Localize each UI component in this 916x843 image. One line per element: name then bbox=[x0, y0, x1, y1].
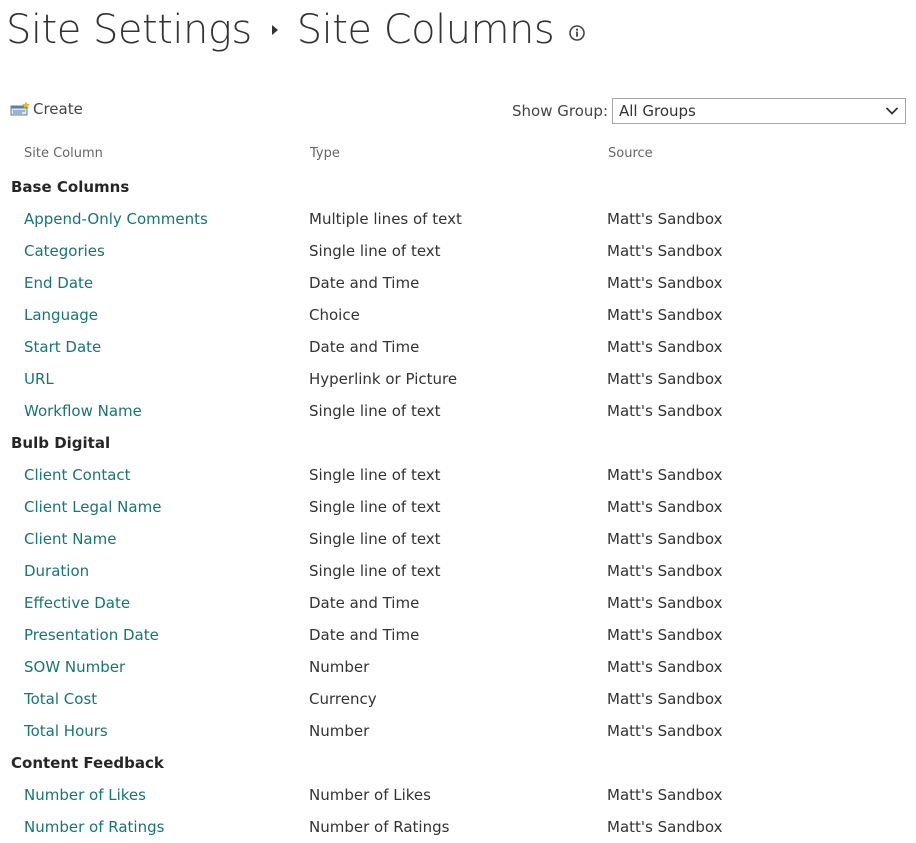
table-row: Client Name Single line of text Matt's S… bbox=[0, 523, 916, 555]
group-select[interactable]: All Groups bbox=[612, 98, 906, 124]
table-row: Total Cost Currency Matt's Sandbox bbox=[0, 683, 916, 715]
table-row: Categories Single line of text Matt's Sa… bbox=[0, 235, 916, 267]
column-source: Matt's Sandbox bbox=[607, 274, 723, 292]
column-source: Matt's Sandbox bbox=[607, 466, 723, 484]
column-type: Multiple lines of text bbox=[309, 210, 462, 228]
show-group: Show Group: All Groups bbox=[512, 98, 906, 124]
create-button[interactable]: Create bbox=[10, 100, 83, 118]
column-type: Single line of text bbox=[309, 530, 441, 548]
table-row: Presentation Date Date and Time Matt's S… bbox=[0, 619, 916, 651]
column-type: Date and Time bbox=[309, 338, 420, 356]
breadcrumb-parent[interactable]: Site Settings bbox=[6, 2, 252, 58]
column-type: Single line of text bbox=[309, 498, 441, 516]
site-column-link[interactable]: Client Contact bbox=[24, 459, 131, 491]
table-row: Append-Only Comments Multiple lines of t… bbox=[0, 203, 916, 235]
show-group-label: Show Group: bbox=[512, 102, 608, 120]
table-row: Workflow Name Single line of text Matt's… bbox=[0, 395, 916, 427]
site-column-link[interactable]: End Date bbox=[24, 267, 93, 299]
column-type: Single line of text bbox=[309, 402, 441, 420]
column-source: Matt's Sandbox bbox=[607, 594, 723, 612]
site-column-link[interactable]: Number of Ratings bbox=[24, 811, 164, 843]
column-source: Matt's Sandbox bbox=[607, 242, 723, 260]
site-column-link[interactable]: Duration bbox=[24, 555, 89, 587]
column-source: Matt's Sandbox bbox=[607, 370, 723, 388]
column-source: Matt's Sandbox bbox=[607, 786, 723, 804]
column-source: Matt's Sandbox bbox=[607, 402, 723, 420]
group-select-value: All Groups bbox=[619, 102, 696, 120]
column-header-type[interactable]: Type bbox=[310, 146, 340, 161]
table-row: Language Choice Matt's Sandbox bbox=[0, 299, 916, 331]
column-type: Number of Likes bbox=[309, 786, 431, 804]
site-column-link[interactable]: Start Date bbox=[24, 331, 101, 363]
column-type: Date and Time bbox=[309, 626, 420, 644]
create-label: Create bbox=[33, 100, 83, 118]
site-column-link[interactable]: Effective Date bbox=[24, 587, 130, 619]
column-source: Matt's Sandbox bbox=[607, 658, 723, 676]
table-row: Client Contact Single line of text Matt'… bbox=[0, 459, 916, 491]
column-type: Number of Ratings bbox=[309, 818, 450, 836]
column-source: Matt's Sandbox bbox=[607, 498, 723, 516]
group-heading: Base Columns bbox=[11, 178, 130, 196]
column-header-source[interactable]: Source bbox=[608, 146, 653, 161]
table-row: Start Date Date and Time Matt's Sandbox bbox=[0, 331, 916, 363]
column-type: Choice bbox=[309, 306, 360, 324]
site-column-link[interactable]: SOW Number bbox=[24, 651, 125, 683]
table-row: Number of Ratings Number of Ratings Matt… bbox=[0, 811, 916, 843]
page-title: Site Settings Site Columns bbox=[6, 2, 586, 58]
create-icon bbox=[10, 101, 31, 116]
site-column-link[interactable]: Client Name bbox=[24, 523, 116, 555]
column-source: Matt's Sandbox bbox=[607, 210, 723, 228]
site-column-link[interactable]: Presentation Date bbox=[24, 619, 159, 651]
column-source: Matt's Sandbox bbox=[607, 722, 723, 740]
column-type: Hyperlink or Picture bbox=[309, 370, 458, 388]
table-row: Total Hours Number Matt's Sandbox bbox=[0, 715, 916, 747]
info-icon[interactable] bbox=[568, 24, 586, 42]
site-column-link[interactable]: Total Cost bbox=[24, 683, 97, 715]
column-type: Currency bbox=[309, 690, 377, 708]
column-type: Single line of text bbox=[309, 242, 441, 260]
column-source: Matt's Sandbox bbox=[607, 818, 723, 836]
table-row: End Date Date and Time Matt's Sandbox bbox=[0, 267, 916, 299]
table-row: Duration Single line of text Matt's Sand… bbox=[0, 555, 916, 587]
group-heading: Content Feedback bbox=[11, 754, 164, 772]
site-column-link[interactable]: Append-Only Comments bbox=[24, 203, 208, 235]
column-source: Matt's Sandbox bbox=[607, 306, 723, 324]
chevron-down-icon bbox=[885, 107, 899, 115]
table-header: Site Column Type Source bbox=[0, 146, 916, 164]
breadcrumb-current: Site Columns bbox=[296, 7, 555, 53]
column-type: Single line of text bbox=[309, 562, 441, 580]
table-row: SOW Number Number Matt's Sandbox bbox=[0, 651, 916, 683]
site-column-link[interactable]: URL bbox=[24, 363, 54, 395]
site-column-link[interactable]: Number of Likes bbox=[24, 779, 146, 811]
site-columns-list: Base Columns Append-Only Comments Multip… bbox=[0, 171, 916, 843]
table-row: URL Hyperlink or Picture Matt's Sandbox bbox=[0, 363, 916, 395]
column-source: Matt's Sandbox bbox=[607, 338, 723, 356]
site-column-link[interactable]: Client Legal Name bbox=[24, 491, 161, 523]
table-row: Effective Date Date and Time Matt's Sand… bbox=[0, 587, 916, 619]
column-type: Single line of text bbox=[309, 466, 441, 484]
column-header-site-column[interactable]: Site Column bbox=[24, 146, 103, 161]
column-source: Matt's Sandbox bbox=[607, 562, 723, 580]
site-column-link[interactable]: Total Hours bbox=[24, 715, 108, 747]
column-source: Matt's Sandbox bbox=[607, 626, 723, 644]
caret-right-icon bbox=[271, 25, 278, 35]
group-heading: Bulb Digital bbox=[11, 434, 111, 452]
column-source: Matt's Sandbox bbox=[607, 530, 723, 548]
site-column-link[interactable]: Categories bbox=[24, 235, 105, 267]
table-row: Number of Likes Number of Likes Matt's S… bbox=[0, 779, 916, 811]
column-source: Matt's Sandbox bbox=[607, 690, 723, 708]
table-row: Client Legal Name Single line of text Ma… bbox=[0, 491, 916, 523]
column-type: Date and Time bbox=[309, 594, 420, 612]
column-type: Number bbox=[309, 658, 370, 676]
column-type: Number bbox=[309, 722, 370, 740]
column-type: Date and Time bbox=[309, 274, 420, 292]
site-column-link[interactable]: Workflow Name bbox=[24, 395, 142, 427]
site-column-link[interactable]: Language bbox=[24, 299, 98, 331]
toolbar: Create Show Group: All Groups bbox=[0, 96, 916, 128]
